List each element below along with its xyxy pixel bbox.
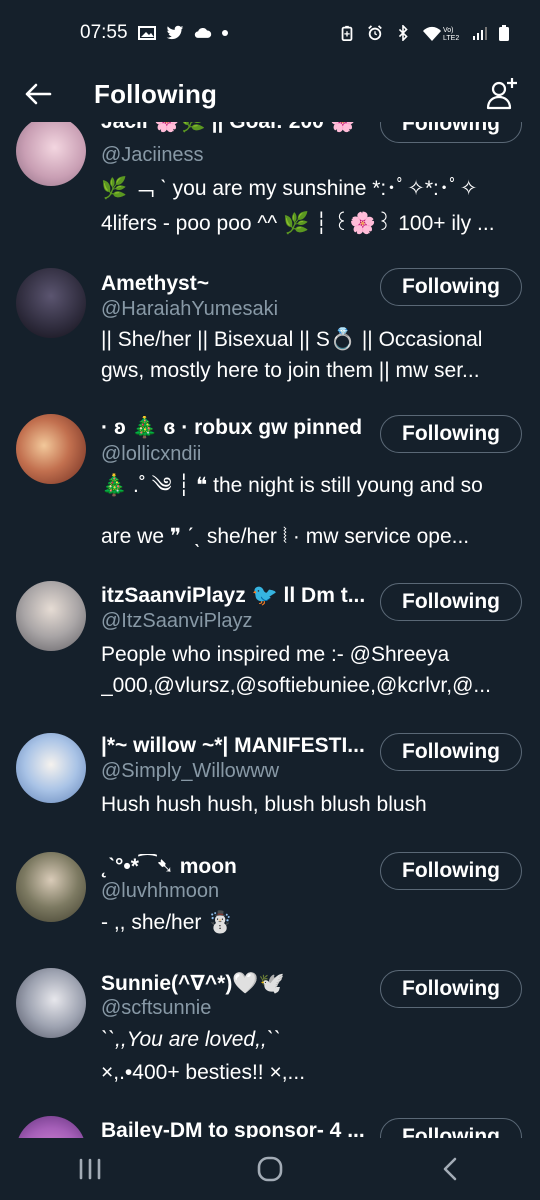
avatar[interactable]	[16, 122, 86, 186]
user-handle[interactable]: @Simply_Willowww	[101, 760, 279, 783]
bluetooth-icon	[398, 25, 408, 41]
list-item[interactable]: · ʚ 🎄 ɞ · robux gw pinned @lollicxndii 🎄…	[0, 408, 540, 568]
back-nav-button[interactable]	[420, 1144, 480, 1194]
following-button[interactable]: Following	[380, 970, 522, 1008]
user-bio-line: 4lifers - poo poo ^^ 🌿 ┆ ꒰🌸꒱ 100+ ily ..…	[101, 212, 495, 235]
list-item[interactable]: Jacii 🌸🌿 || Goal: 200 🌸 @Jaciiness 🌿 ﹁ ˋ…	[0, 122, 540, 260]
user-handle[interactable]: @lollicxndii	[101, 443, 201, 466]
alarm-icon	[368, 25, 382, 41]
recent-apps-button[interactable]	[60, 1144, 120, 1194]
avatar[interactable]	[16, 968, 86, 1038]
user-handle[interactable]: @ItzSaanviPlayz	[101, 610, 252, 633]
battery-saver-icon	[341, 25, 353, 41]
user-name[interactable]: |*~ willow ~*| MANIFESTI...	[101, 734, 377, 758]
status-left: 07:55	[80, 22, 228, 44]
battery-icon	[499, 25, 509, 41]
system-nav-bar	[0, 1138, 540, 1200]
user-bio-line: gws, mostly here to join them || mw ser.…	[101, 359, 480, 382]
back-button[interactable]	[18, 74, 58, 114]
user-name[interactable]: Bailey-DM to sponsor- 4 ...	[101, 1119, 377, 1138]
svg-text:LTE2: LTE2	[443, 35, 459, 42]
avatar[interactable]	[16, 1116, 86, 1138]
user-bio-line: ``,,You are loved,,``	[101, 1028, 281, 1051]
list-item[interactable]: Sunnie(^∇^*)🤍🕊️ @scftsunnie ``,,You are …	[0, 966, 540, 1116]
user-bio-line: are we ❞ ˊˎ she/her ⦚ · mw service ope..…	[101, 525, 470, 548]
user-name[interactable]: ˛ˋ°•*⁀➷ moon	[101, 854, 371, 879]
following-button[interactable]: Following	[380, 268, 522, 306]
list-item[interactable]: ˛ˋ°•*⁀➷ moon @luvhhmoon - ,, she/her ☃️ …	[0, 848, 540, 963]
following-button[interactable]: Following	[380, 122, 522, 143]
svg-text:Vo): Vo)	[443, 27, 454, 34]
cloud-icon	[194, 27, 211, 38]
user-handle[interactable]: @HaraiahYumesaki	[101, 298, 278, 321]
list-item[interactable]: itzSaanviPlayz 🐦 ll Dm t... @ItzSaanviPl…	[0, 577, 540, 727]
avatar[interactable]	[16, 733, 86, 803]
avatar[interactable]	[16, 581, 86, 651]
avatar[interactable]	[16, 852, 86, 922]
signal-icon	[473, 27, 487, 40]
avatar[interactable]	[16, 268, 86, 338]
recent-apps-icon	[79, 1158, 101, 1180]
user-name[interactable]: Sunnie(^∇^*)🤍🕊️	[101, 971, 371, 996]
user-name[interactable]: · ʚ 🎄 ɞ · robux gw pinned	[101, 416, 371, 440]
following-button[interactable]: Following	[380, 733, 522, 771]
avatar[interactable]	[16, 414, 86, 484]
user-name[interactable]: itzSaanviPlayz 🐦 ll Dm t...	[101, 584, 371, 608]
list-item[interactable]: Bailey-DM to sponsor- 4 ... Following	[0, 1116, 540, 1138]
following-button[interactable]: Following	[380, 1118, 522, 1138]
twitter-bird-icon	[166, 25, 183, 40]
following-button[interactable]: Following	[380, 415, 522, 453]
user-bio-line: _000,@vlursz,@softiebuniee,@kcrlvr,@...	[101, 674, 491, 697]
add-user-button[interactable]	[482, 74, 522, 114]
user-name[interactable]: Amethyst~	[101, 272, 371, 296]
home-button[interactable]	[240, 1144, 300, 1194]
wifi-volte-icon: Vo)LTE2	[423, 26, 459, 42]
user-bio-line: || She/her || Bisexual || S💍 || Occasion…	[101, 328, 483, 351]
user-bio-line: People who inspired me :- @Shreeya	[101, 643, 450, 666]
user-handle[interactable]: @scftsunnie	[101, 997, 211, 1020]
following-button[interactable]: Following	[380, 583, 522, 621]
user-handle[interactable]: @luvhhmoon	[101, 880, 219, 903]
header: Following	[0, 66, 540, 122]
user-bio-line: ×,.•400+ besties!! ×,...	[101, 1061, 306, 1084]
list-item[interactable]: |*~ willow ~*| MANIFESTI... @Simply_Will…	[0, 727, 540, 842]
following-button[interactable]: Following	[380, 852, 522, 890]
user-bio-line: Hush hush hush, blush blush blush	[101, 793, 427, 816]
notification-dot-icon	[221, 30, 228, 36]
status-time: 07:55	[80, 22, 128, 43]
user-bio-line: 🎄 .˚ ༄ ┆ ❝ the night is still young and …	[101, 474, 483, 497]
following-list: Jacii 🌸🌿 || Goal: 200 🌸 @Jaciiness 🌿 ﹁ ˋ…	[0, 122, 540, 1138]
home-icon	[257, 1156, 283, 1182]
back-arrow-icon	[25, 83, 52, 105]
list-item[interactable]: Amethyst~ @HaraiahYumesaki || She/her ||…	[0, 262, 540, 402]
status-bar: 07:55 Vo) LTE2	[0, 0, 540, 66]
gallery-icon	[137, 26, 156, 40]
user-bio-line: 🌿 ﹁ ˋ you are my sunshine *:･ﾟ✧*:･ﾟ✧	[101, 177, 478, 200]
page-title: Following	[94, 78, 218, 109]
user-handle[interactable]: @Jaciiness	[101, 144, 204, 167]
status-right: Vo) LTE2	[338, 24, 510, 42]
add-user-icon	[486, 78, 517, 110]
chevron-left-icon	[443, 1157, 457, 1181]
user-name[interactable]: Jacii 🌸🌿 || Goal: 200 🌸	[101, 122, 371, 134]
user-bio-line: - ,, she/her ☃️	[101, 911, 234, 934]
